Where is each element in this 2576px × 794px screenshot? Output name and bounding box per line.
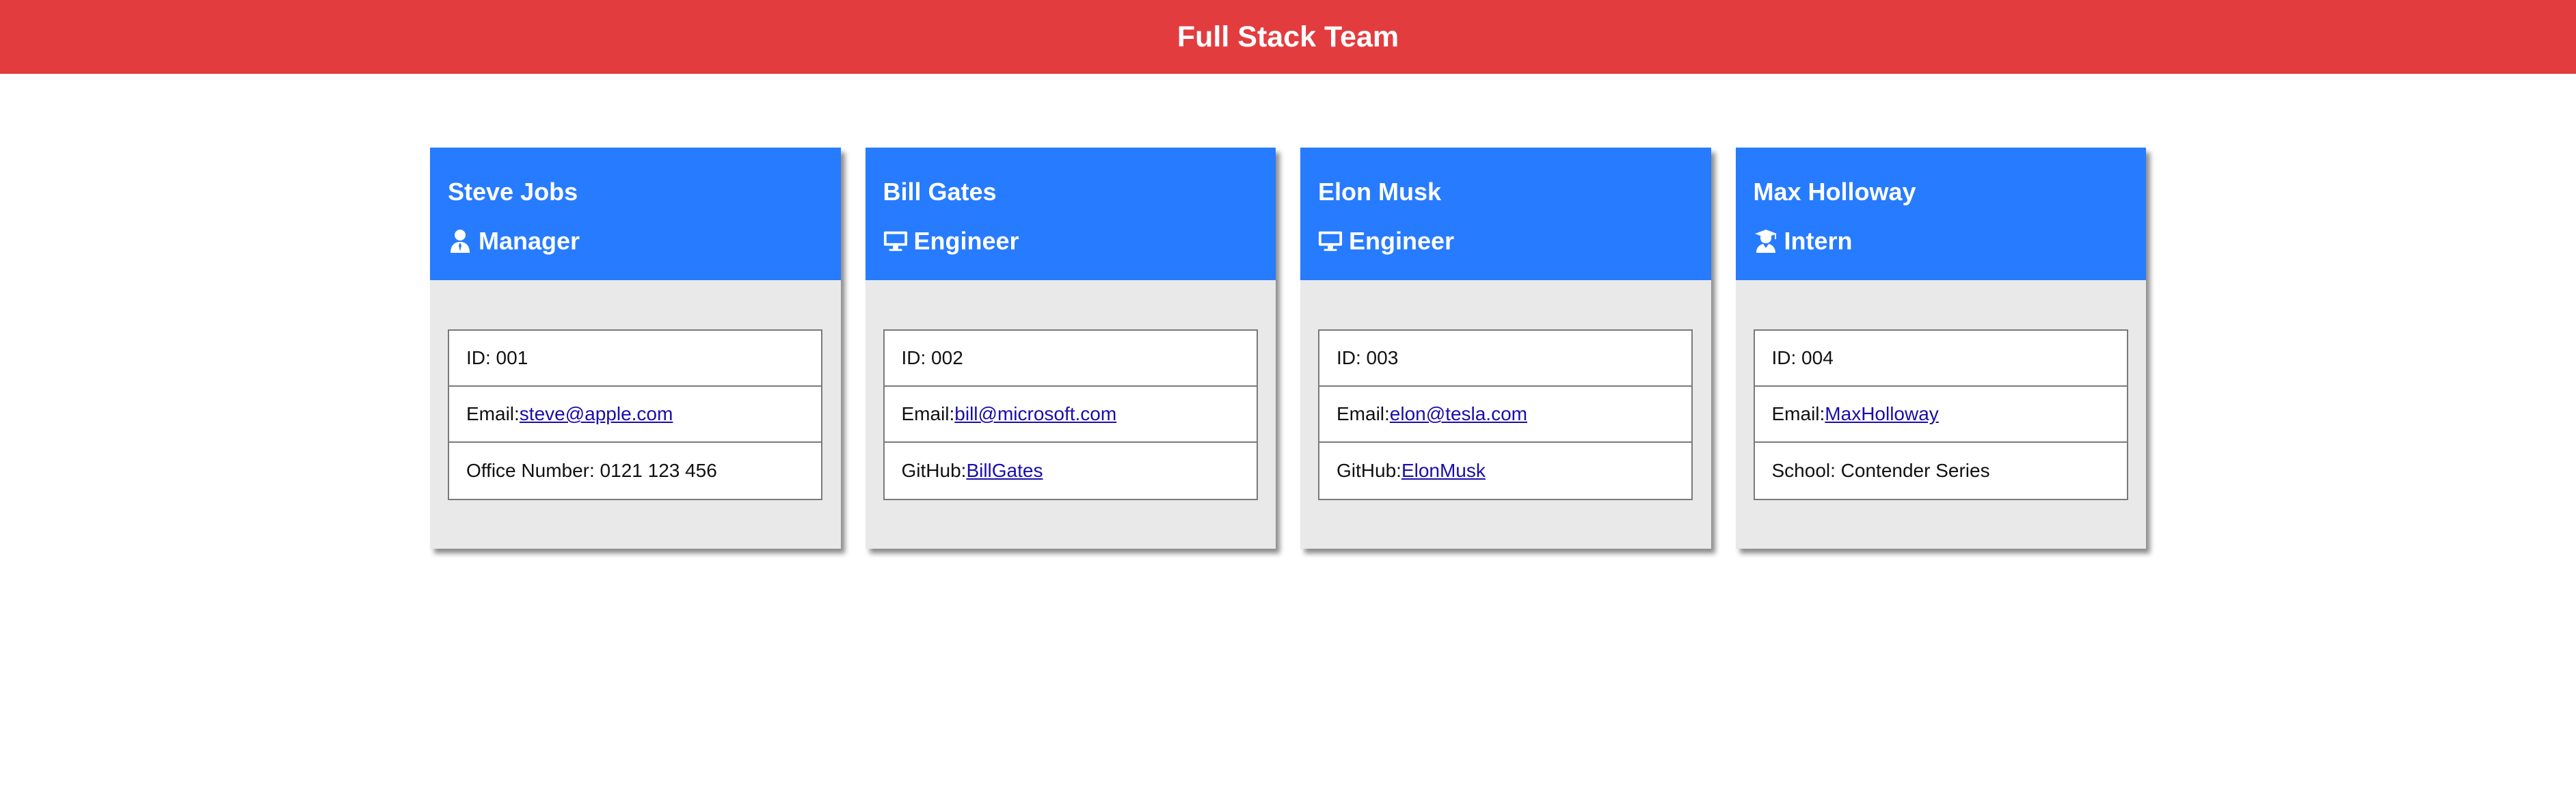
email-item: Email: bill@microsoft.com — [884, 387, 1257, 443]
page-header: Full Stack Team — [0, 0, 2576, 74]
employee-role: Intern — [1754, 224, 2129, 258]
email-item: Email: MaxHolloway — [1754, 387, 2127, 443]
school-item: School: Contender Series — [1755, 443, 2127, 499]
id-text: ID: 004 — [1771, 347, 1834, 368]
school-text: School: Contender Series — [1771, 460, 1990, 481]
office-number-text: Office Number: 0121 123 456 — [466, 460, 717, 481]
card-body: ID: 001 Email: steve@apple.com Office Num… — [430, 280, 841, 549]
details-list: ID: 001 Email: steve@apple.com Office Num… — [448, 329, 822, 500]
employee-role: Engineer — [1318, 224, 1693, 258]
card-header: Elon Musk Engineer — [1300, 148, 1711, 280]
details-list: ID: 002 Email: bill@microsoft.com GitHub:… — [883, 329, 1258, 500]
user-icon — [448, 228, 472, 255]
role-label: Engineer — [1349, 227, 1455, 255]
card-body: ID: 002 Email: bill@microsoft.com GitHub:… — [866, 280, 1276, 549]
office-number-item: Office Number: 0121 123 456 — [449, 443, 821, 499]
id-text: ID: 003 — [1337, 347, 1399, 368]
id-item: ID: 003 — [1319, 331, 1691, 387]
employee-role: Engineer — [883, 224, 1259, 258]
email-item: Email: elon@tesla.com — [1319, 387, 1691, 443]
id-item: ID: 004 — [1754, 331, 2127, 387]
email-link[interactable]: bill@microsoft.com — [954, 403, 1116, 425]
id-item: ID: 002 — [884, 331, 1257, 387]
card-header: Bill Gates Engineer — [865, 148, 1276, 280]
page-title: Full Stack Team — [1177, 20, 1399, 53]
employee-card-intern: Max Holloway Intern ID: 004 Email: MaxHo… — [1735, 148, 2147, 549]
details-list: ID: 004 Email: MaxHolloway School: Conten… — [1753, 329, 2128, 500]
github-label: GitHub: — [1337, 460, 1401, 481]
employee-name: Max Holloway — [1753, 178, 1916, 206]
github-link[interactable]: ElonMusk — [1401, 460, 1486, 482]
employee-role: Manager — [448, 224, 823, 258]
employee-card-engineer: Bill Gates Engineer ID: 002 Email: bill@… — [865, 148, 1276, 549]
id-text: ID: 001 — [466, 347, 528, 368]
role-label: Engineer — [913, 227, 1019, 255]
role-label: Intern — [1784, 227, 1853, 255]
github-item: GitHub: BillGates — [885, 443, 1257, 499]
employee-name: Steve Jobs — [448, 178, 578, 206]
details-list: ID: 003 Email: elon@tesla.com GitHub: Elon… — [1318, 329, 1693, 500]
github-label: GitHub: — [901, 460, 967, 481]
card-body: ID: 003 Email: elon@tesla.com GitHub: Elon… — [1300, 280, 1711, 549]
team-cards: Steve Jobs Manager ID: 001 Email: steve@… — [430, 148, 2146, 551]
card-header: Steve Jobs Manager — [430, 148, 841, 280]
email-label: Email: — [1771, 403, 1825, 424]
github-item: GitHub: ElonMusk — [1319, 443, 1691, 499]
graduate-icon — [1754, 228, 1778, 255]
employee-card-engineer: Elon Musk Engineer ID: 003 Email: elon@t… — [1300, 148, 1711, 549]
card-body: ID: 004 Email: MaxHolloway School: Conten… — [1736, 280, 2147, 549]
employee-name: Bill Gates — [883, 178, 997, 206]
email-label: Email: — [1337, 403, 1390, 424]
id-item: ID: 001 — [449, 331, 821, 387]
id-text: ID: 002 — [901, 347, 963, 368]
github-link[interactable]: BillGates — [966, 460, 1043, 482]
card-header: Max Holloway Intern — [1735, 148, 2146, 280]
employee-card-manager: Steve Jobs Manager ID: 001 Email: steve@… — [430, 148, 841, 549]
employee-name: Elon Musk — [1318, 178, 1442, 206]
email-item: Email: steve@apple.com — [449, 387, 821, 443]
email-link[interactable]: elon@tesla.com — [1390, 403, 1527, 425]
desktop-icon — [883, 228, 908, 255]
email-link[interactable]: MaxHolloway — [1825, 403, 1939, 425]
role-label: Manager — [479, 227, 580, 255]
email-link[interactable]: steve@apple.com — [520, 403, 673, 425]
email-label: Email: — [901, 403, 955, 424]
email-label: Email: — [466, 403, 520, 424]
desktop-icon — [1318, 228, 1343, 255]
